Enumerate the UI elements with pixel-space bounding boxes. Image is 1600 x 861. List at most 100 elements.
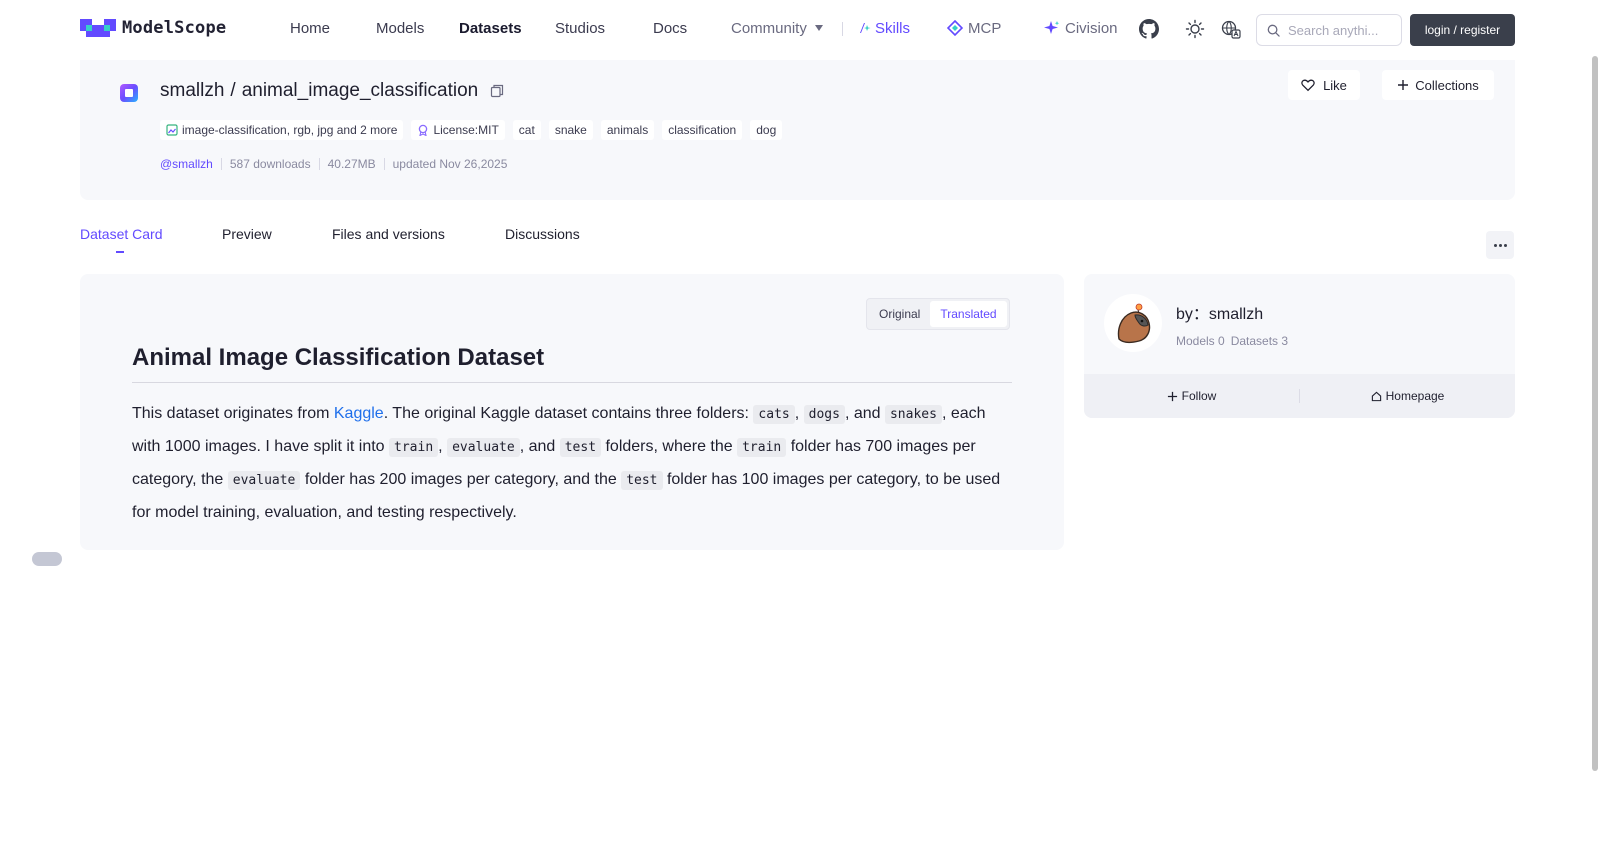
language-toggle: Original Translated [866, 298, 1010, 330]
desc-text: , and [519, 438, 560, 455]
login-register-button[interactable]: login / register [1410, 14, 1515, 46]
kaggle-link[interactable]: Kaggle [334, 405, 384, 422]
toggle-original[interactable]: Original [869, 301, 930, 327]
desc-text: folders, where the [601, 438, 738, 455]
nav-home[interactable]: Home [290, 20, 330, 37]
desc-text: This dataset originates from [132, 405, 334, 422]
nav-mcp-label: MCP [968, 20, 1002, 37]
tag-dog[interactable]: dog [750, 120, 783, 140]
search-icon [1267, 24, 1280, 37]
copy-icon[interactable] [490, 84, 504, 98]
follow-button[interactable]: Follow [1084, 389, 1299, 403]
dataset-icon [120, 84, 138, 102]
desc-text: , [794, 405, 804, 422]
author-link[interactable]: @smallzh [160, 157, 213, 171]
github-icon[interactable] [1138, 18, 1160, 40]
tag-animals[interactable]: animals [600, 120, 655, 140]
nav-docs[interactable]: Docs [653, 20, 687, 37]
code-evaluate: evaluate [447, 438, 520, 457]
toggle-translated[interactable]: Translated [930, 301, 1007, 327]
author-card: by：smallzh Models 0 Datasets 3 Follow Ho… [1084, 274, 1515, 418]
code-test: test [559, 438, 602, 457]
nav-studios[interactable]: Studios [555, 20, 605, 37]
nav-skills[interactable]: Skills [857, 20, 910, 37]
heart-icon [1301, 79, 1315, 92]
desc-text: , and [844, 405, 885, 422]
models-count: Models 0 [1176, 334, 1225, 348]
mcp-icon [946, 19, 964, 37]
dataset-card: Original Translated Animal Image Classif… [80, 274, 1064, 550]
sparkle-icon [1044, 21, 1060, 34]
skills-icon [860, 23, 871, 33]
nav-mcp[interactable]: MCP [946, 19, 1002, 37]
dataset-meta: @smallzh 587 downloads 40.27MB updated N… [160, 157, 507, 171]
capybara-avatar-icon [1117, 303, 1151, 344]
updated-date: updated Nov 26,2025 [392, 157, 508, 171]
dataset-title: smallzh / animal_image_classification [160, 80, 504, 102]
tag-task-label: image-classification, rgb, jpg and 2 mor… [182, 123, 398, 137]
code-test: test [621, 471, 663, 490]
collections-label: Collections [1415, 77, 1479, 93]
dataset-size: 40.27MB [327, 157, 376, 171]
nav-civision-label: Civision [1065, 20, 1118, 37]
page-scrollbar[interactable] [1592, 56, 1598, 771]
plus-icon [1167, 391, 1177, 401]
tag-classification[interactable]: classification [662, 120, 743, 140]
modelscope-logo[interactable]: ModelScope [80, 18, 226, 38]
desc-text: . The original Kaggle dataset contains t… [383, 405, 754, 422]
code-train: train [737, 438, 787, 457]
caret-down-icon [814, 25, 823, 31]
search-box[interactable] [1256, 14, 1402, 46]
tab-preview[interactable]: Preview [222, 226, 272, 242]
tag-list: image-classification, rgb, jpg and 2 mor… [160, 120, 783, 140]
tab-discussions[interactable]: Discussions [505, 226, 580, 242]
tag-cat[interactable]: cat [512, 120, 541, 140]
code-dogs: dogs [803, 405, 845, 424]
nav-models[interactable]: Models [376, 20, 424, 37]
follow-label: Follow [1181, 389, 1217, 403]
nav-datasets[interactable]: Datasets [459, 20, 522, 37]
avatar[interactable] [1104, 294, 1162, 352]
card-title: Animal Image Classification Dataset [132, 344, 545, 371]
like-button[interactable]: Like [1288, 70, 1360, 100]
dataset-owner[interactable]: smallzh [160, 80, 224, 102]
tag-snake[interactable]: snake [548, 120, 593, 140]
nav-community[interactable]: Community [731, 20, 823, 37]
like-label: Like [1323, 77, 1347, 93]
meta-divider [383, 158, 385, 170]
author-name[interactable]: by：smallzh [1176, 300, 1263, 324]
code-snakes: snakes [884, 405, 942, 424]
tab-dataset-card[interactable]: Dataset Card [80, 226, 162, 242]
title-rule [132, 382, 1012, 383]
nav-skills-label: Skills [875, 20, 911, 37]
search-input[interactable] [1288, 22, 1388, 38]
datasets-count: Datasets 3 [1230, 334, 1289, 348]
top-navbar: ModelScope Home Models Datasets Studios … [0, 0, 1600, 60]
title-separator: / [230, 80, 236, 101]
code-evaluate: evaluate [227, 471, 301, 490]
tab-files-and-versions[interactable]: Files and versions [332, 226, 445, 242]
plus-icon [1398, 80, 1409, 90]
collections-button[interactable]: Collections [1382, 70, 1494, 100]
image-classification-icon [166, 124, 178, 136]
tag-task[interactable]: image-classification, rgb, jpg and 2 mor… [160, 120, 404, 140]
tag-license[interactable]: License:MIT [411, 120, 505, 140]
homepage-button[interactable]: Homepage [1300, 389, 1515, 403]
logo-text: ModelScope [122, 18, 227, 38]
desc-text: folder has 200 images per category, and … [300, 471, 622, 488]
author-actions: Follow Homepage [1084, 374, 1515, 418]
dataset-header: smallzh / animal_image_classification im… [80, 60, 1515, 200]
more-options-button[interactable] [1486, 231, 1514, 259]
dataset-name: animal_image_classification [241, 80, 479, 101]
code-train: train [389, 438, 439, 457]
logo-icon [80, 19, 116, 37]
nav-civision[interactable]: Civision [1044, 20, 1118, 37]
floating-feedback-pill[interactable] [32, 552, 62, 566]
theme-toggle-icon[interactable] [1184, 18, 1206, 40]
meta-divider [220, 158, 222, 170]
nav-community-label: Community [731, 20, 807, 37]
author-stats: Models 0 Datasets 3 [1176, 334, 1288, 348]
card-description: This dataset originates from Kaggle. The… [132, 398, 1016, 529]
homepage-label: Homepage [1385, 389, 1445, 403]
language-icon[interactable] [1220, 18, 1242, 40]
